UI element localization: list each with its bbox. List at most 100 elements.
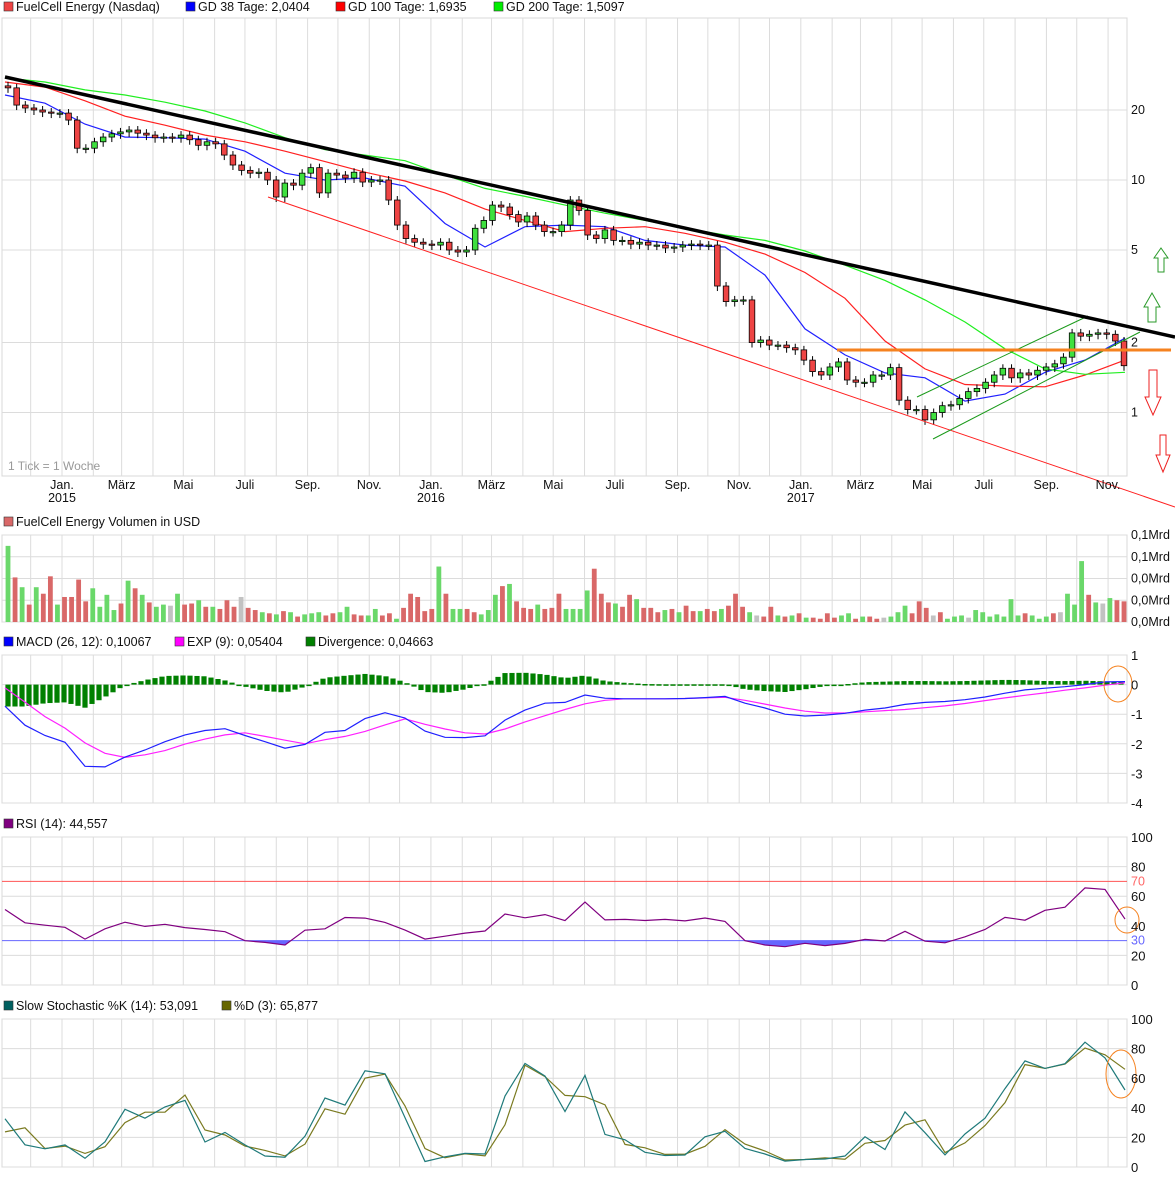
x-tick-label: März	[478, 478, 506, 492]
volume-bar	[895, 612, 901, 622]
divergence-bar	[901, 681, 907, 685]
volume-bar	[605, 602, 611, 622]
volume-bar	[542, 608, 548, 622]
candle-body	[861, 381, 868, 384]
divergence-bar	[740, 684, 746, 689]
candle-body	[584, 210, 591, 236]
y-tick-label: 10	[1131, 173, 1145, 187]
candle-body	[809, 359, 816, 372]
x-year-label: 2015	[48, 491, 76, 505]
divergence-bar	[61, 684, 67, 703]
candle-body	[420, 241, 427, 245]
x-tick-label: Juli	[236, 478, 255, 492]
volume-bar	[930, 615, 936, 622]
candle-body	[247, 169, 254, 174]
candle-body	[264, 171, 271, 181]
legend-swatch	[335, 1, 346, 12]
volume-bar	[217, 608, 223, 622]
candle-body	[238, 164, 245, 171]
volume-bar	[125, 580, 131, 622]
candle-body	[428, 243, 436, 246]
candle-body	[446, 241, 453, 251]
volume-bar	[295, 616, 300, 622]
legend-label: Divergence: 0,04663	[318, 635, 433, 649]
volume-bar	[302, 614, 308, 622]
divergence-bar	[943, 681, 949, 685]
divergence-bar	[117, 684, 123, 689]
volume-bar	[973, 610, 979, 622]
volume-bar	[266, 613, 272, 622]
divergence-bar	[782, 684, 788, 692]
volume-bar	[832, 617, 837, 622]
volume-bar	[500, 586, 505, 622]
volume-bar	[309, 613, 315, 622]
y-tick-label: 0,0Mrd	[1131, 593, 1170, 607]
volume-bar	[563, 608, 569, 622]
candle-body	[82, 147, 90, 150]
x-tick-label: Mai	[912, 478, 932, 492]
divergence-bar	[747, 684, 753, 690]
candle-body	[1077, 332, 1084, 337]
rsi-panel-frame	[1, 836, 1128, 986]
rsi-70-label: 70	[1131, 874, 1145, 888]
volume-bar	[1086, 594, 1092, 622]
volume-bar	[634, 599, 640, 622]
candle-body	[1103, 332, 1110, 335]
y-tick-label: 100	[1131, 830, 1153, 845]
divergence-bar	[320, 678, 326, 685]
divergence-bar	[54, 684, 60, 703]
volume-bar	[379, 615, 385, 622]
volume-bar	[881, 617, 887, 622]
volume-bar	[584, 590, 590, 622]
divergence-bar	[796, 684, 802, 691]
volume-bar	[168, 605, 173, 622]
divergence-bar	[817, 684, 823, 687]
volume-bar	[372, 608, 378, 622]
divergence-bar	[600, 680, 606, 685]
volume-bar	[740, 606, 745, 622]
volume-bar	[337, 612, 343, 622]
volume-bar	[945, 618, 950, 622]
divergence-bar	[803, 684, 809, 690]
volume-bar	[803, 617, 809, 622]
volume-bar	[1050, 613, 1056, 622]
candle-body	[186, 134, 193, 141]
volume-bar	[627, 594, 632, 622]
volume-bar	[796, 613, 802, 622]
stoch-panel-frame	[1, 1018, 1128, 1168]
candle-body	[679, 244, 686, 248]
divergence-bar	[887, 681, 893, 685]
candle-body	[1086, 333, 1093, 337]
divergence-bar	[852, 683, 858, 685]
x-year-label: 2017	[787, 491, 815, 505]
volume-bar	[12, 577, 18, 622]
volume-bar	[429, 608, 435, 622]
candle-body	[195, 139, 202, 146]
volume-bar	[987, 616, 993, 622]
divergence-bar	[446, 684, 452, 693]
x-tick-label: März	[108, 478, 136, 492]
divergence-bar	[530, 673, 536, 685]
volume-bar	[690, 611, 696, 622]
arrow-up-icon	[1153, 247, 1169, 273]
divergence-bar	[544, 674, 550, 685]
candle-body	[523, 215, 531, 223]
y-tick-label: 1	[1131, 406, 1138, 420]
divergence-bar	[215, 679, 221, 685]
divergence-bar	[495, 676, 501, 685]
candle-body	[999, 367, 1007, 376]
volume-bar	[210, 606, 216, 622]
candle-body	[91, 141, 98, 149]
divergence-bar	[698, 684, 704, 686]
volume-bar	[676, 612, 682, 622]
legend-swatch	[3, 818, 14, 829]
candle-body	[627, 239, 635, 245]
candle-body	[636, 241, 643, 245]
divergence-bar	[761, 684, 767, 692]
grid-layer	[1, 17, 1128, 1168]
divergence-bar	[712, 684, 718, 686]
divergence-bar	[922, 681, 928, 685]
y-tick-label: 20	[1131, 948, 1145, 963]
x-tick-label: Mai	[543, 478, 563, 492]
volume-bar	[358, 615, 364, 622]
